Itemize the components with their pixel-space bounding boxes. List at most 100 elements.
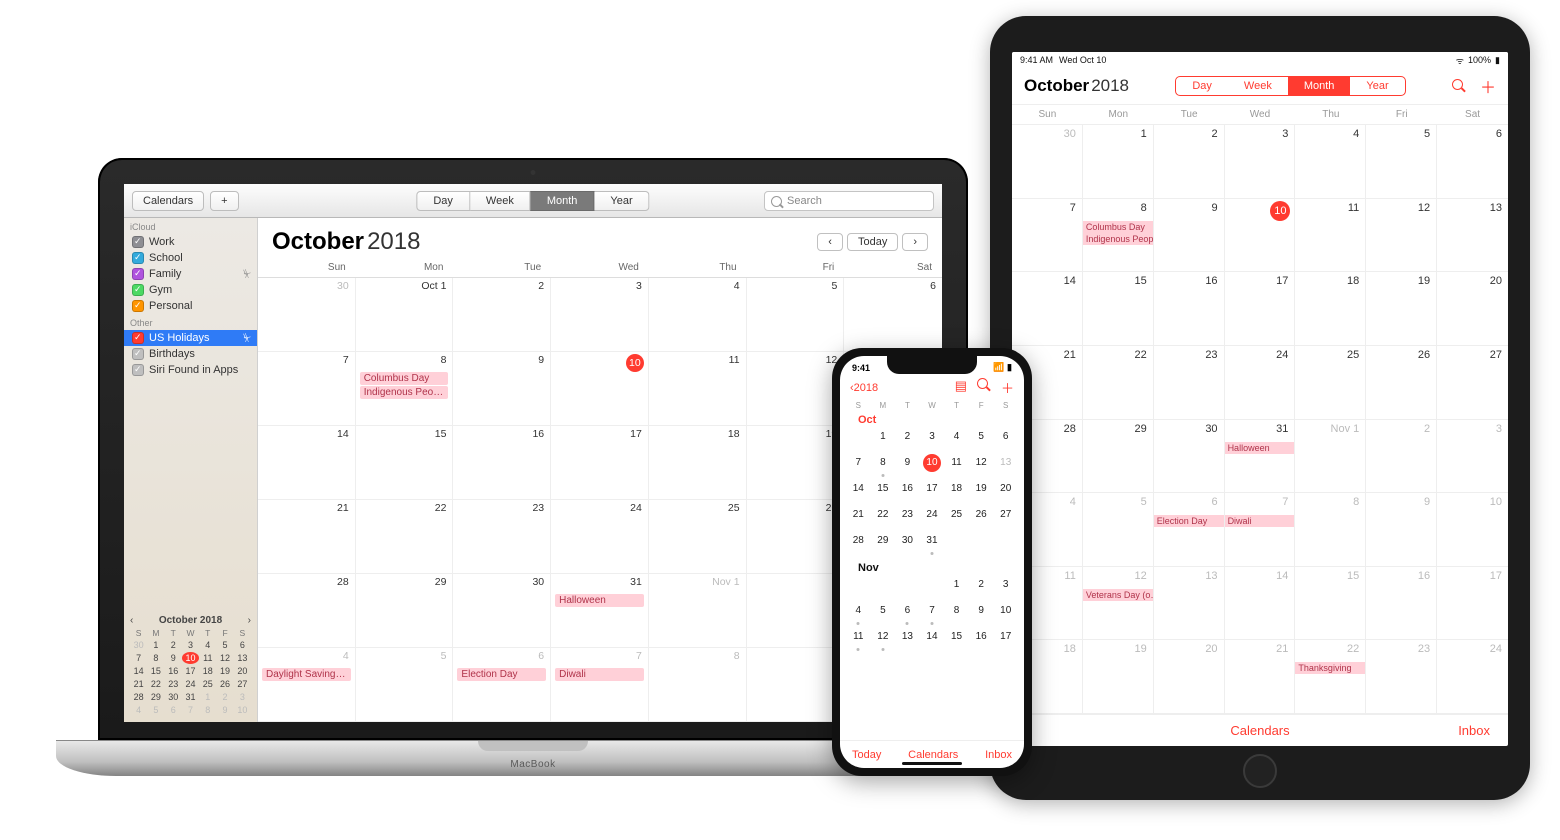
calendar-day-cell[interactable]: 5 bbox=[747, 278, 845, 352]
calendar-day-cell[interactable]: 30 bbox=[1154, 420, 1225, 494]
calendar-event[interactable]: Halloween bbox=[1225, 442, 1295, 454]
calendar-day-cell[interactable]: 1 bbox=[871, 428, 896, 454]
mini-day[interactable]: 5 bbox=[216, 639, 233, 651]
calendar-day-cell[interactable]: 17 bbox=[551, 426, 649, 500]
calendar-day-cell[interactable]: 12Veterans Day (o… bbox=[1083, 567, 1154, 641]
calendar-event[interactable]: Veterans Day (o… bbox=[1083, 589, 1153, 601]
mini-day[interactable]: 2 bbox=[165, 639, 182, 651]
calendar-day-cell[interactable]: 4Daylight Saving… bbox=[258, 648, 356, 722]
calendar-day-cell[interactable]: 6 bbox=[844, 278, 942, 352]
mini-day[interactable]: 6 bbox=[234, 639, 251, 651]
calendar-event[interactable]: Indigenous Peo… bbox=[360, 386, 449, 399]
mini-day[interactable]: 6 bbox=[165, 704, 182, 716]
calendar-day-cell[interactable]: 19 bbox=[1366, 272, 1437, 346]
calendar-day-cell[interactable]: Nov 1 bbox=[1295, 420, 1366, 494]
mini-day[interactable]: 12 bbox=[216, 652, 233, 664]
calendar-day-cell[interactable]: 8 bbox=[871, 454, 896, 480]
calendar-day-cell[interactable]: 13 bbox=[993, 454, 1018, 480]
calendar-day-cell[interactable]: 10 bbox=[551, 352, 649, 426]
calendar-day-cell[interactable]: 9 bbox=[747, 648, 845, 722]
mini-day[interactable]: 22 bbox=[147, 678, 164, 690]
calendar-day-cell[interactable]: 6Election Day bbox=[1154, 493, 1225, 567]
today-button[interactable]: Today bbox=[847, 233, 898, 251]
search-icon[interactable] bbox=[1452, 79, 1466, 93]
calendar-day-cell[interactable]: 26 bbox=[747, 500, 845, 574]
view-tab-month[interactable]: Month bbox=[1288, 77, 1351, 95]
calendar-day-cell[interactable] bbox=[846, 428, 871, 454]
calendar-day-cell[interactable]: 9 bbox=[1366, 493, 1437, 567]
calendar-day-cell[interactable]: 23 bbox=[1366, 640, 1437, 714]
mini-day[interactable]: 4 bbox=[199, 639, 216, 651]
calendar-day-cell[interactable]: 15 bbox=[1083, 272, 1154, 346]
calendar-day-cell[interactable]: 14 bbox=[1012, 272, 1083, 346]
add-event-button[interactable] bbox=[1480, 74, 1496, 98]
calendar-day-cell[interactable]: 25 bbox=[649, 500, 747, 574]
checkbox-icon[interactable] bbox=[132, 364, 144, 376]
calendar-day-cell[interactable]: 5 bbox=[871, 602, 896, 628]
calendar-day-cell[interactable]: 12 bbox=[747, 352, 845, 426]
calendar-day-cell[interactable]: 4 bbox=[649, 278, 747, 352]
calendar-day-cell[interactable]: 27 bbox=[993, 506, 1018, 532]
calendar-day-cell[interactable]: 23 bbox=[1154, 346, 1225, 420]
calendar-day-cell[interactable]: 22Thanksgiving bbox=[1295, 640, 1366, 714]
calendar-day-cell[interactable]: 4 bbox=[846, 602, 871, 628]
calendar-event[interactable]: Election Day bbox=[1154, 515, 1224, 527]
calendar-day-cell[interactable]: 18 bbox=[1295, 272, 1366, 346]
calendar-day-cell[interactable]: 19 bbox=[747, 426, 845, 500]
calendars-button[interactable]: Calendars bbox=[132, 191, 204, 211]
calendar-day-cell[interactable] bbox=[895, 576, 920, 602]
calendar-day-cell[interactable]: 8 bbox=[1295, 493, 1366, 567]
calendar-day-cell[interactable]: 2 bbox=[1154, 125, 1225, 199]
mini-day[interactable]: 10 bbox=[182, 652, 199, 664]
calendar-day-cell[interactable]: 8 bbox=[944, 602, 969, 628]
mini-day[interactable]: 30 bbox=[130, 639, 147, 651]
mini-day[interactable]: 17 bbox=[182, 665, 199, 677]
back-button[interactable]: ‹ 2018 bbox=[850, 382, 878, 394]
calendar-day-cell[interactable]: 4 bbox=[944, 428, 969, 454]
mini-day[interactable]: 14 bbox=[130, 665, 147, 677]
calendar-day-cell[interactable]: 24 bbox=[1437, 640, 1508, 714]
calendar-day-cell[interactable]: 26 bbox=[969, 506, 994, 532]
calendar-event[interactable]: Diwali bbox=[555, 668, 644, 681]
checkbox-icon[interactable] bbox=[132, 300, 144, 312]
sidebar-calendar-gym[interactable]: Gym bbox=[124, 282, 257, 298]
calendar-day-cell[interactable]: 15 bbox=[1295, 567, 1366, 641]
calendar-day-cell[interactable]: 30 bbox=[895, 532, 920, 558]
calendar-day-cell[interactable]: 8 bbox=[649, 648, 747, 722]
view-tab-day[interactable]: Day bbox=[1176, 77, 1228, 95]
calendar-day-cell[interactable]: 11 bbox=[846, 628, 871, 654]
mini-cal-prev[interactable]: ‹ bbox=[130, 615, 133, 626]
calendar-day-cell[interactable] bbox=[993, 532, 1018, 558]
mini-day[interactable]: 29 bbox=[147, 691, 164, 703]
mini-day[interactable]: 19 bbox=[216, 665, 233, 677]
calendar-day-cell[interactable]: 17 bbox=[1225, 272, 1296, 346]
calendar-day-cell[interactable]: 10 bbox=[993, 602, 1018, 628]
calendar-day-cell[interactable]: 7 bbox=[258, 352, 356, 426]
view-tab-year[interactable]: Year bbox=[1350, 77, 1404, 95]
calendar-day-cell[interactable]: 10 bbox=[1437, 493, 1508, 567]
calendar-day-cell[interactable]: 17 bbox=[993, 628, 1018, 654]
mini-day[interactable]: 31 bbox=[182, 691, 199, 703]
calendar-day-cell[interactable]: 19 bbox=[1083, 640, 1154, 714]
calendar-day-cell[interactable]: 13 bbox=[1154, 567, 1225, 641]
view-tab-month[interactable]: Month bbox=[531, 191, 595, 211]
mini-day[interactable]: 24 bbox=[182, 678, 199, 690]
home-button[interactable] bbox=[1243, 754, 1277, 788]
calendar-day-cell[interactable]: 13 bbox=[895, 628, 920, 654]
checkbox-icon[interactable] bbox=[132, 332, 144, 344]
calendar-day-cell[interactable]: 24 bbox=[920, 506, 945, 532]
checkbox-icon[interactable] bbox=[132, 348, 144, 360]
calendar-day-cell[interactable]: 15 bbox=[944, 628, 969, 654]
calendar-day-cell[interactable] bbox=[969, 532, 994, 558]
calendar-day-cell[interactable]: 6 bbox=[993, 428, 1018, 454]
checkbox-icon[interactable] bbox=[132, 284, 144, 296]
calendar-day-cell[interactable]: 2 bbox=[969, 576, 994, 602]
mini-day[interactable]: 15 bbox=[147, 665, 164, 677]
calendar-day-cell[interactable]: 27 bbox=[1437, 346, 1508, 420]
calendar-day-cell[interactable]: 1 bbox=[944, 576, 969, 602]
calendar-day-cell[interactable]: 14 bbox=[846, 480, 871, 506]
view-tab-week[interactable]: Week bbox=[470, 191, 531, 211]
calendar-day-cell[interactable]: 15 bbox=[871, 480, 896, 506]
calendar-day-cell[interactable]: 9 bbox=[1154, 199, 1225, 273]
search-icon[interactable] bbox=[977, 378, 991, 392]
